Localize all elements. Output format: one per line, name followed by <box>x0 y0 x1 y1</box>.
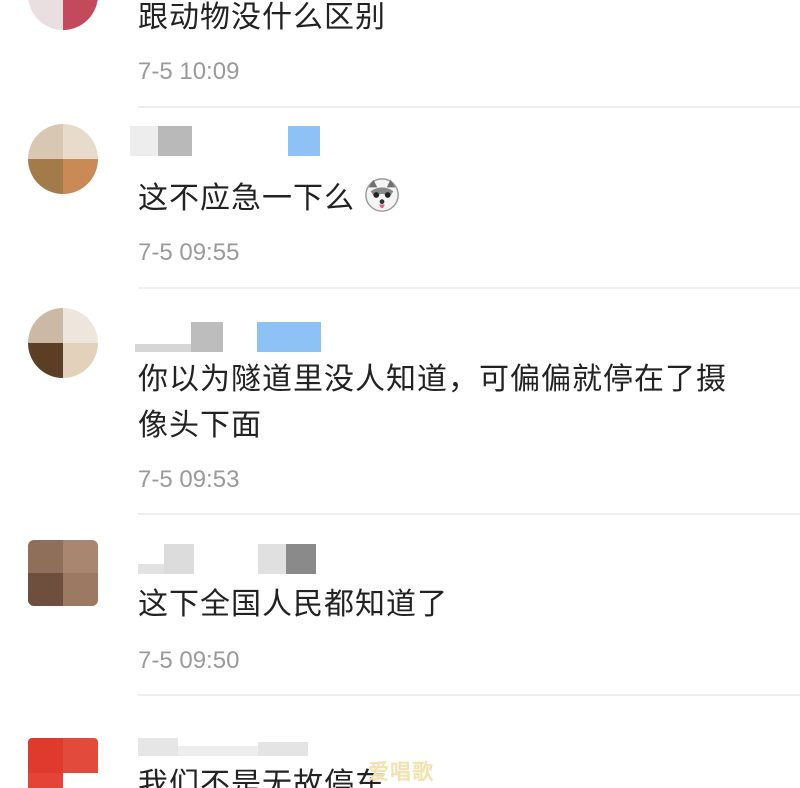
husky-dog-emoji <box>365 178 399 212</box>
comment-list: 跟动物没什么区别 7-5 10:09 这不应急一下么 7-5 09:55 你以为… <box>0 0 800 788</box>
avatar[interactable] <box>28 0 98 30</box>
username-blurred[interactable] <box>138 726 308 756</box>
comment-text-line2: 像头下面 <box>138 408 262 443</box>
comment-time: 7-5 10:09 <box>138 58 240 85</box>
comment-time: 7-5 09:50 <box>138 647 240 674</box>
divider <box>138 513 800 515</box>
comment-time: 7-5 09:55 <box>138 239 240 266</box>
comment-text: 跟动物没什么区别 <box>138 0 386 35</box>
username-blurred[interactable] <box>135 322 321 352</box>
comment-text-content: 这不应急一下么 <box>138 181 355 216</box>
divider <box>138 106 800 108</box>
comment-text: 这下全国人民都知道了 <box>138 587 448 622</box>
divider <box>138 694 800 696</box>
avatar[interactable] <box>28 540 98 606</box>
comment-time: 7-5 09:53 <box>138 466 240 493</box>
username-blurred[interactable] <box>130 126 320 156</box>
comment-text: 你以为隧道里没人知道，可偏偏就停在了摄 <box>138 362 727 397</box>
watermark: 爱唱歌 <box>368 760 434 784</box>
comment-text: 我们不是无故停车 <box>138 767 386 788</box>
avatar[interactable] <box>28 124 98 194</box>
username-blurred[interactable] <box>138 544 316 574</box>
comment-text: 这不应急一下么 <box>138 176 401 222</box>
divider <box>138 287 800 289</box>
avatar[interactable] <box>28 308 98 378</box>
avatar[interactable] <box>28 738 98 788</box>
